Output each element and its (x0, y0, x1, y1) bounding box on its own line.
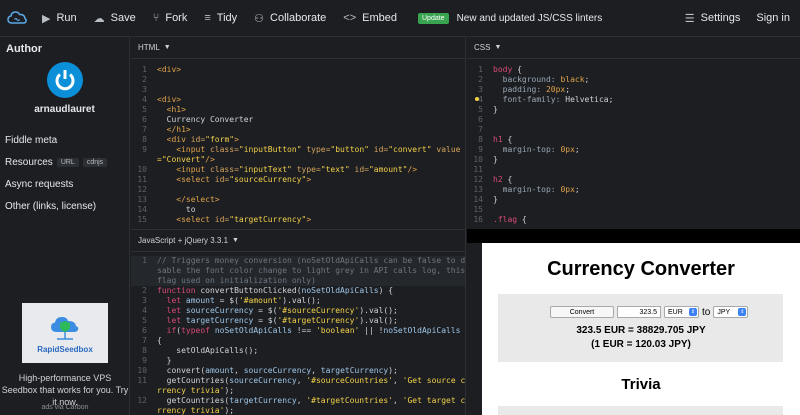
sidebar-item-resources[interactable]: Resources URL cdnjs (0, 151, 129, 173)
collaborate-button[interactable]: ⚇ Collaborate (254, 12, 326, 25)
css-panel[interactable]: CSS ▼ 1 body { 2 background: black; 3 padd… (467, 37, 800, 229)
embed-button[interactable]: <> Embed (343, 12, 397, 24)
sliders-icon: ☰ (684, 12, 695, 25)
html-editor[interactable]: 1 <div> 2 3 4 <div> 5 <h1> 6 Currency Conv… (131, 59, 465, 225)
css-panel-header[interactable]: CSS ▼ (467, 37, 800, 59)
ad-image[interactable]: RapidSeedbox (22, 303, 108, 363)
trivia-box (498, 406, 783, 415)
source-currency-value: EUR (668, 309, 683, 316)
amount-input[interactable]: 323.5 (617, 306, 661, 318)
convert-button[interactable]: Convert (550, 306, 614, 318)
target-currency-value: JPY (717, 309, 731, 316)
js-panel-label: JavaScript + jQuery 3.3.1 (138, 236, 229, 245)
sidebar-item-other[interactable]: Other (links, license) (0, 195, 129, 217)
save-button[interactable]: ☁ Save (94, 12, 136, 25)
result-title: Currency Converter (547, 258, 735, 280)
users-icon: ⚇ (254, 12, 265, 25)
play-icon: ▶ (42, 12, 51, 25)
target-currency-select[interactable]: JPY ⇕ (713, 306, 749, 318)
embed-label: Embed (362, 12, 397, 24)
sidebar: Author arnaudlauret Fiddle meta Resource… (0, 37, 130, 415)
html-panel-header[interactable]: HTML ▼ (131, 37, 465, 59)
conversion-rate: (1 EUR = 120.03 JPY) (591, 339, 691, 350)
update-badge[interactable]: Update (418, 12, 449, 24)
avatar[interactable] (46, 62, 83, 98)
fork-label: Fork (165, 12, 188, 24)
update-message[interactable]: New and updated JS/CSS linters (457, 13, 603, 24)
result-panel-border (467, 229, 800, 243)
css-panel-label: CSS (474, 43, 491, 52)
result-panel[interactable]: Currency Converter Convert 323.5 EUR ⇕ t… (482, 243, 800, 415)
fork-button[interactable]: ⑂ Fork (153, 12, 188, 24)
caret-down-icon: ▼ (494, 44, 502, 51)
select-arrows-icon: ⇕ (689, 308, 697, 316)
ad-brand-name: RapidSeedbox (37, 345, 93, 354)
sidebar-item-async[interactable]: Async requests (0, 173, 129, 195)
fork-icon: ⑂ (152, 12, 160, 24)
seedbox-logo-icon (51, 317, 79, 340)
html-panel[interactable]: HTML ▼ 1 <div> 2 3 4 <div> 5 <h1> 6 Currenc… (131, 37, 466, 229)
fiddle-meta-label: Fiddle meta (5, 134, 58, 146)
conversion-result: 323.5 EUR = 38829.705 JPY (576, 325, 706, 336)
tidy-label: Tidy (216, 12, 238, 24)
resource-tag-url[interactable]: URL (56, 157, 79, 167)
js-panel-header[interactable]: JavaScript + jQuery 3.3.1 ▼ (131, 230, 465, 252)
run-label: Run (56, 12, 77, 24)
other-label: Other (links, license) (5, 200, 97, 212)
js-panel[interactable]: JavaScript + jQuery 3.3.1 ▼ 1// Triggers … (131, 229, 466, 415)
caret-down-icon: ▼ (232, 237, 239, 244)
caret-down-icon: ▼ (163, 44, 171, 51)
select-arrows-icon: ⇕ (738, 308, 747, 316)
settings-button[interactable]: ☰ Settings (685, 12, 741, 25)
save-label: Save (110, 12, 136, 24)
top-toolbar: ▶ Run ☁ Save ⑂ Fork ≡ Tidy ⚇ Collaborate… (0, 0, 800, 37)
cloud-upload-icon: ☁ (93, 12, 105, 25)
settings-label: Settings (700, 12, 741, 24)
resources-label: Resources (5, 156, 53, 168)
author-name[interactable]: arnaudlauret (0, 104, 129, 115)
tidy-button[interactable]: ≡ Tidy (204, 12, 237, 24)
align-left-icon: ≡ (204, 12, 211, 24)
sidebar-item-fiddle-meta[interactable]: Fiddle meta (0, 129, 129, 151)
ad-via[interactable]: ads via Carbon (0, 404, 130, 411)
run-button[interactable]: ▶ Run (42, 12, 77, 25)
power-icon (55, 70, 74, 91)
jsfiddle-logo-icon[interactable] (6, 7, 28, 29)
author-heading: Author (6, 43, 43, 55)
html-panel-label: HTML (138, 43, 160, 52)
js-editor[interactable]: 1// Triggers money conversion (noSetOldA… (131, 252, 465, 415)
ad-text[interactable]: High-performance VPS Seedbox that works … (0, 372, 130, 408)
lint-warning-icon[interactable] (475, 97, 479, 101)
css-editor[interactable]: 1 body { 2 background: black; 3 padding: … (467, 59, 800, 225)
trivia-heading: Trivia (621, 376, 661, 393)
async-label: Async requests (5, 178, 74, 190)
source-currency-select[interactable]: EUR ⇕ (664, 306, 699, 318)
sign-in-link[interactable]: Sign in (756, 12, 790, 24)
collaborate-label: Collaborate (270, 12, 327, 24)
code-brackets-icon: <> (343, 12, 357, 24)
to-label: to (702, 306, 711, 318)
resource-tag-cdnjs[interactable]: cdnjs (82, 157, 108, 167)
